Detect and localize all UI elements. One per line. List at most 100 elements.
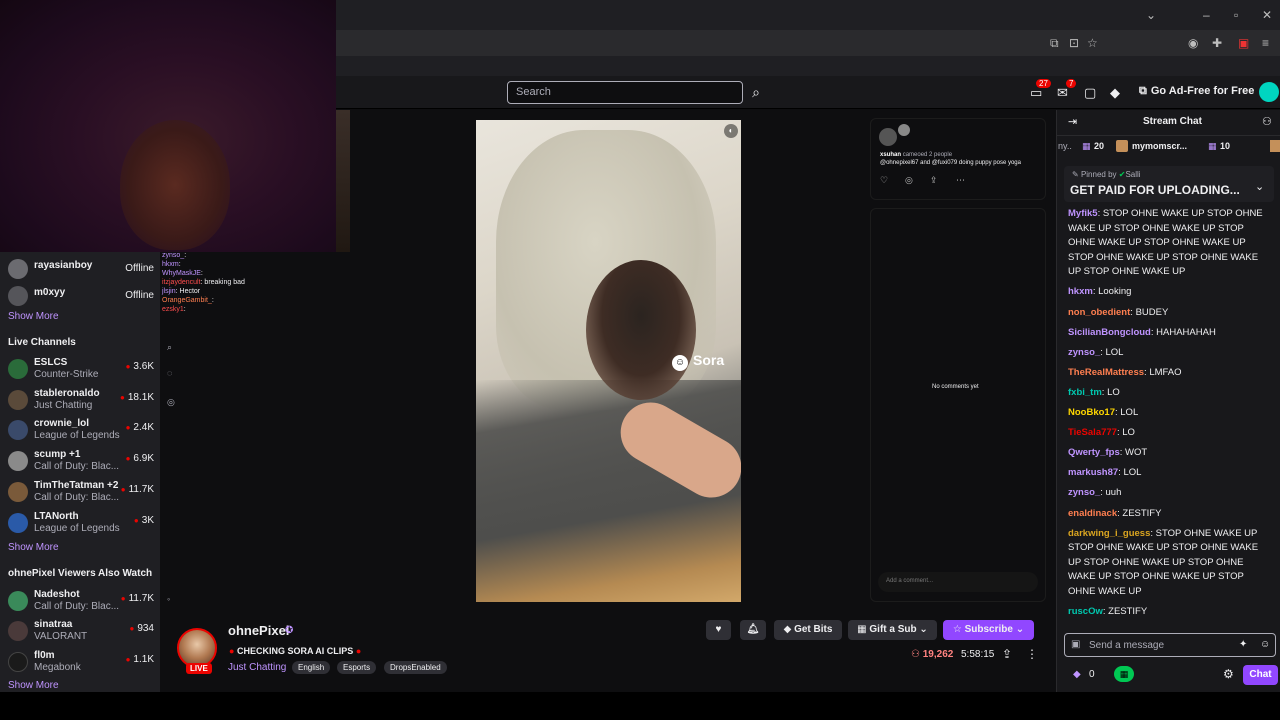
channel-points-icon[interactable]: ◆ — [1073, 669, 1081, 680]
channel-name: Nadeshot — [34, 589, 80, 600]
sidebar-channel-eslcs[interactable]: ESLCS Counter-Strike 3.6K — [8, 355, 158, 383]
points-reward-icon[interactable]: ▦ — [1114, 666, 1134, 682]
search-icon[interactable]: ⌕ — [745, 81, 767, 104]
notification-bell-button[interactable]: 🔔︎ — [740, 620, 766, 640]
channel-avatar — [8, 652, 28, 672]
sora-watermark-text: Sora — [693, 352, 725, 368]
tag-esports[interactable]: Esports — [337, 661, 377, 674]
channel-name: stableronaldo — [34, 388, 100, 399]
show-more-live[interactable]: Show More — [8, 542, 59, 553]
user-avatar[interactable] — [1259, 82, 1279, 102]
browser-menu-icon[interactable]: ≡ — [1262, 36, 1269, 50]
channel-viewers: 3.6K — [126, 361, 154, 372]
show-more-also[interactable]: Show More — [8, 680, 59, 691]
channel-category: Call of Duty: Blac... — [34, 492, 120, 503]
emote-picker-icon[interactable]: ▣ — [1071, 639, 1080, 650]
show-more-followed[interactable]: Show More — [8, 311, 59, 322]
channel-name: fl0m — [34, 650, 55, 661]
prime-icon[interactable]: ◆ — [1110, 85, 1120, 101]
channel-name: TimTheTatman +2 — [34, 480, 119, 491]
sidebar-channel-m0xyy[interactable]: m0xyy Offline — [8, 282, 158, 310]
channel-name: crownie_lol — [34, 418, 90, 429]
more-options-icon[interactable]: ⋮ — [1026, 647, 1038, 661]
minimize-icon[interactable]: – — [1203, 8, 1210, 22]
sidebar-channel-sinatraa[interactable]: sinatraa VALORANT 934 — [8, 617, 158, 645]
bits-icon: ◆ — [783, 624, 792, 635]
subscribe-button[interactable]: ☆ Subscribe ⌄ — [943, 620, 1034, 640]
ad-free-button-icon: ⧉ — [1139, 85, 1147, 97]
screenshot-icon[interactable]: ⊡ — [1069, 36, 1079, 50]
stream-category-link[interactable]: Just Chatting — [228, 662, 286, 673]
close-window-icon[interactable]: ✕ — [1262, 8, 1272, 22]
sidebar-channel-rayasianboy[interactable]: rayasianboy Offline — [8, 255, 158, 283]
streamer-name[interactable]: ohnePixel — [228, 623, 289, 638]
sora-author-avatar[interactable] — [879, 128, 897, 146]
video-mute-icon[interactable]: ◐ — [724, 124, 738, 138]
extension-icon[interactable]: ◉ — [1188, 36, 1198, 50]
also-watch-heading: ohnePixel Viewers Also Watch — [8, 568, 153, 579]
live-channels-heading: Live Channels — [8, 337, 76, 348]
live-badge: LIVE — [186, 663, 212, 674]
chat-users-icon[interactable]: ⚇ — [1262, 115, 1272, 128]
sora-watermark: ☺ Sora — [672, 352, 724, 371]
add-comment-input[interactable]: Add a comment... — [878, 572, 1038, 592]
search-input[interactable]: Search — [507, 81, 743, 104]
channel-avatar — [8, 621, 28, 641]
sidebar-channel-nadeshot[interactable]: Nadeshot Call of Duty: Blac... 11.7K — [8, 587, 158, 615]
streamer-avatar[interactable] — [177, 628, 217, 668]
chat-message: hkxm: Looking — [1068, 286, 1132, 298]
overlay-chat-line: ezsky1: — [162, 306, 186, 313]
overlay-settings-icon: ◎ — [167, 397, 175, 407]
collapse-chat-icon[interactable]: ⇥ — [1068, 115, 1077, 128]
sora-like-icon[interactable]: ♡ — [880, 175, 888, 186]
profile-badge-icon[interactable]: ▣ — [1238, 36, 1249, 50]
sidebar-channel-crownie[interactable]: crownie_lol League of Legends 2.4K — [8, 416, 158, 444]
chat-send-button[interactable]: Chat — [1243, 665, 1278, 685]
stream-title: ● CHECKING SORA AI CLIPS ● — [229, 646, 362, 656]
viewer-count: ⚇ 19,262 — [911, 649, 954, 660]
smiley-icon[interactable]: ☺ — [1260, 639, 1270, 650]
channel-viewers: 6.9K — [126, 453, 154, 464]
chat-message: SicilianBongcloud: HAHAHAHAH — [1068, 326, 1216, 338]
tab-list-icon[interactable]: ⌄ — [1146, 8, 1156, 22]
gift-leaderboard: ny.. ▦ 20 mymomscr... ▦ 10 — [1056, 137, 1280, 157]
sora-more-icon[interactable]: ⋯ — [956, 175, 965, 186]
maximize-icon[interactable]: ▫ — [1234, 8, 1238, 22]
expand-pinned-icon[interactable]: ⌄ — [1255, 180, 1264, 193]
chat-message: non_obedient: BUDEY — [1068, 306, 1169, 318]
sidebar-channel-timthetatman[interactable]: TimTheTatman +2 Call of Duty: Blac... 11… — [8, 478, 158, 506]
sora-remix-icon[interactable]: ◎ — [905, 175, 913, 186]
chat-settings-icon[interactable]: ⚙ — [1223, 667, 1234, 681]
go-ad-free-button[interactable]: ⧉ Go Ad-Free for Free — [1139, 85, 1254, 98]
gift-sub-label: Gift a Sub — [869, 624, 917, 635]
tag-dropsenabled[interactable]: DropsEnabled — [384, 661, 447, 674]
channel-viewers: 11.7K — [121, 484, 154, 495]
bookmark-star-icon[interactable]: ☆ — [1087, 36, 1098, 50]
whispers-icon[interactable]: ▢ — [1084, 85, 1096, 101]
get-bits-button[interactable]: ◆ Get Bits — [774, 620, 842, 640]
inbox-icon[interactable]: ✉ — [1057, 85, 1068, 101]
share-icon[interactable]: ⇪ — [1002, 647, 1012, 661]
sidebar-channel-ltanorth[interactable]: LTANorth League of Legends 3K — [8, 509, 158, 537]
sidebar-channel-fl0m[interactable]: fl0m Megabonk 1.1K — [8, 648, 158, 676]
sidebar-channel-scump[interactable]: scump +1 Call of Duty: Blac... 6.9K — [8, 447, 158, 475]
bits-cheer-icon[interactable]: ✦ — [1239, 639, 1247, 650]
sidebar-channel-stableronaldo[interactable]: stableronaldo Just Chatting 18.1K — [8, 386, 158, 414]
gift-sub-button[interactable]: ▦ Gift a Sub ⌄ — [848, 620, 937, 640]
stream-overlay-chat: zynso_: hkxm: WhyMaskJE: itzjaydencult: … — [162, 252, 342, 332]
sora-cameo-line: xsuhan cameoed 2 people — [880, 152, 953, 158]
follow-heart-button[interactable]: ♥ — [706, 620, 731, 640]
tag-english[interactable]: English — [292, 661, 331, 674]
bottom-bar — [0, 692, 1280, 720]
gift-user-name[interactable]: mymomscr... — [1132, 141, 1187, 151]
stream-uptime: 5:58:15 — [961, 649, 995, 660]
gift-icon: ▦ — [857, 624, 867, 635]
sora-post-card — [870, 118, 1046, 200]
puzzle-icon[interactable]: ✚ — [1212, 36, 1222, 50]
channel-avatar — [8, 513, 28, 533]
channel-avatar — [8, 259, 28, 279]
sora-share-icon[interactable]: ⇪ — [930, 175, 938, 186]
channel-avatar — [8, 359, 28, 379]
install-app-icon[interactable]: ⧉ — [1050, 36, 1059, 51]
gift-icon: ▦ — [1082, 141, 1091, 151]
